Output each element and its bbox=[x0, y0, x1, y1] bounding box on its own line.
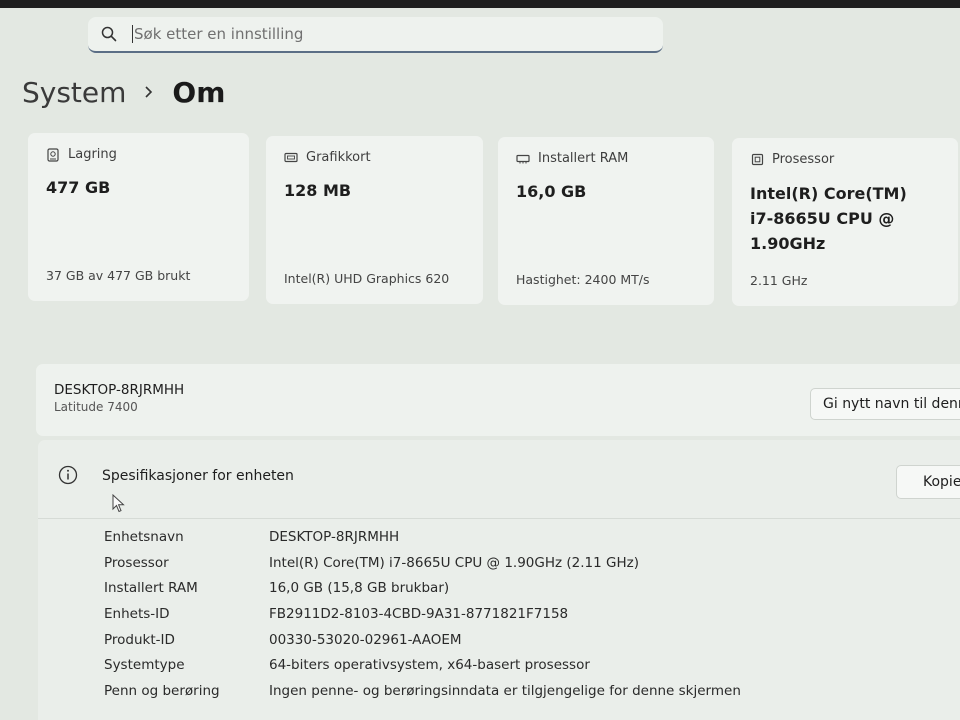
spec-value: 64-biters operativsystem, x64-basert pro… bbox=[269, 657, 590, 674]
device-specifications-title: Spesifikasjoner for enheten bbox=[102, 468, 294, 484]
ram-card[interactable]: Installert RAM 16,0 GB Hastighet: 2400 M… bbox=[498, 137, 714, 305]
mouse-pointer-icon bbox=[112, 494, 125, 513]
ram-icon bbox=[516, 152, 530, 166]
card-title: Installert RAM bbox=[538, 151, 629, 166]
rename-pc-button[interactable]: Gi nytt navn til denne PC-en bbox=[810, 388, 960, 420]
device-specifications-panel: Spesifikasjoner for enheten Kopier Enhet… bbox=[38, 440, 960, 720]
display-card-icon bbox=[284, 151, 298, 165]
ram-speed: Hastighet: 2400 MT/s bbox=[516, 272, 650, 287]
spec-row: Prosessor Intel(R) Core(TM) i7-8665U CPU… bbox=[104, 550, 741, 576]
window-top-edge bbox=[0, 0, 960, 8]
processor-line: 1.90GHz bbox=[750, 234, 826, 253]
specifications-list: Enhetsnavn DESKTOP-8RJRMHH Prosessor Int… bbox=[104, 524, 741, 704]
graphics-card-card[interactable]: Grafikkort 128 MB Intel(R) UHD Graphics … bbox=[266, 136, 483, 304]
spec-row: Installert RAM 16,0 GB (15,8 GB brukbar) bbox=[104, 575, 741, 601]
graphics-memory-value: 128 MB bbox=[284, 181, 352, 200]
processor-line: i7-8665U CPU @ bbox=[750, 209, 895, 228]
search-input[interactable] bbox=[132, 25, 634, 43]
spec-value: 16,0 GB (15,8 GB brukbar) bbox=[269, 580, 450, 597]
device-name-row: DESKTOP-8RJRMHH Latitude 7400 Gi nytt na… bbox=[36, 364, 960, 436]
storage-card[interactable]: Lagring 477 GB 37 GB av 477 GB brukt bbox=[28, 133, 249, 301]
info-icon bbox=[58, 465, 78, 485]
spec-row: Enhetsnavn DESKTOP-8RJRMHH bbox=[104, 524, 741, 550]
device-specifications-header[interactable]: Spesifikasjoner for enheten Kopier bbox=[38, 440, 960, 519]
processor-value: Intel(R) Core(TM) i7-8665U CPU @ 1.90GHz bbox=[750, 181, 940, 256]
spec-row: Systemtype 64-biters operativsystem, x64… bbox=[104, 652, 741, 678]
spec-value: Intel(R) Core(TM) i7-8665U CPU @ 1.90GHz… bbox=[269, 554, 639, 571]
spec-label: Systemtype bbox=[104, 657, 185, 674]
storage-icon bbox=[46, 147, 60, 162]
spec-label: Enhets-ID bbox=[104, 605, 170, 622]
spec-label: Produkt-ID bbox=[104, 631, 175, 648]
breadcrumb-system[interactable]: System bbox=[22, 76, 126, 109]
processor-card[interactable]: Prosessor Intel(R) Core(TM) i7-8665U CPU… bbox=[732, 138, 958, 306]
card-title: Prosessor bbox=[772, 152, 835, 167]
settings-search-box[interactable] bbox=[88, 17, 663, 53]
spec-row: Enhets-ID FB2911D2-8103-4CBD-9A31-877182… bbox=[104, 601, 741, 627]
copy-button[interactable]: Kopier bbox=[896, 465, 960, 499]
breadcrumb: System Om bbox=[22, 70, 225, 114]
processor-speed: 2.11 GHz bbox=[750, 273, 808, 288]
storage-value: 477 GB bbox=[46, 178, 111, 197]
spec-value: DESKTOP-8RJRMHH bbox=[269, 528, 400, 545]
spec-value: FB2911D2-8103-4CBD-9A31-8771821F7158 bbox=[269, 605, 569, 622]
spec-value: 00330-53020-02961-AAOEM bbox=[269, 631, 462, 648]
page-title: Om bbox=[172, 75, 226, 109]
spec-label: Installert RAM bbox=[104, 580, 198, 597]
spec-label: Enhetsnavn bbox=[104, 528, 184, 545]
processor-line: Intel(R) Core(TM) bbox=[750, 184, 907, 203]
ram-value: 16,0 GB bbox=[516, 182, 587, 201]
search-icon bbox=[100, 25, 118, 43]
spec-row: Penn og berøring Ingen penne- og berørin… bbox=[104, 678, 741, 704]
spec-label: Penn og berøring bbox=[104, 682, 220, 699]
chevron-right-icon bbox=[144, 84, 154, 100]
spec-label: Prosessor bbox=[104, 554, 169, 571]
graphics-adapter-name: Intel(R) UHD Graphics 620 bbox=[284, 271, 450, 286]
spec-value: Ingen penne- og berøringsinndata er tilg… bbox=[269, 682, 741, 699]
processor-icon bbox=[750, 153, 764, 167]
card-title: Grafikkort bbox=[306, 150, 371, 165]
storage-usage: 37 GB av 477 GB brukt bbox=[46, 268, 191, 283]
card-title: Lagring bbox=[68, 147, 117, 162]
spec-row: Produkt-ID 00330-53020-02961-AAOEM bbox=[104, 627, 741, 653]
